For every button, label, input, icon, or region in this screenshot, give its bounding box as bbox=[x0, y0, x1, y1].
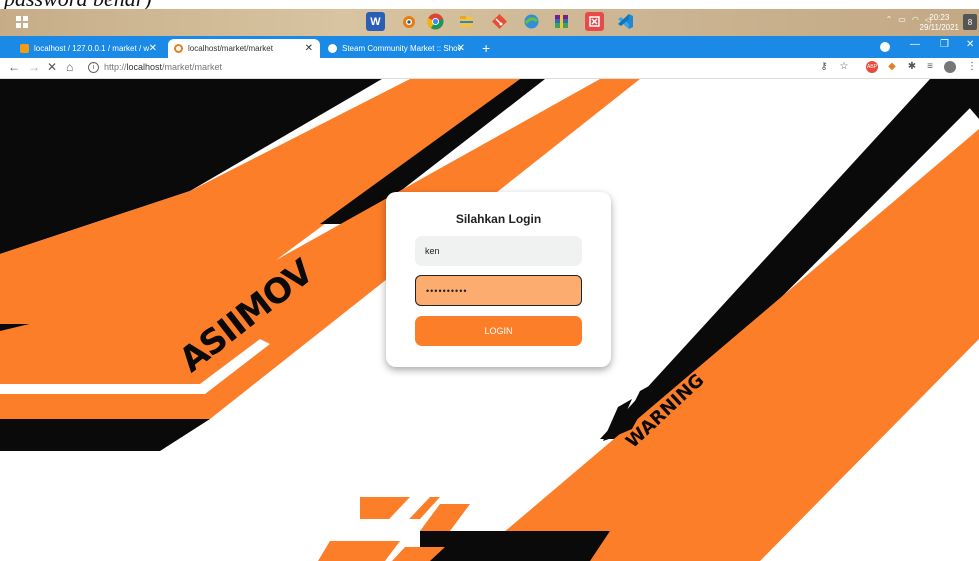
word-icon[interactable]: W bbox=[366, 12, 385, 31]
wifi-icon[interactable]: ◠ bbox=[912, 15, 919, 24]
document-caption: password benar) bbox=[0, 0, 979, 9]
url-scheme: http:// bbox=[104, 62, 127, 72]
home-icon[interactable]: ⌂ bbox=[66, 60, 73, 74]
avatar[interactable] bbox=[944, 61, 956, 73]
notification-center-icon[interactable]: 8 bbox=[963, 14, 977, 30]
xampp-icon[interactable] bbox=[522, 12, 541, 31]
login-title: Silahkan Login bbox=[455, 212, 542, 226]
window-close-icon[interactable]: ✕ bbox=[966, 39, 974, 50]
stop-loading-icon[interactable]: ✕ bbox=[47, 60, 57, 74]
vscode-icon[interactable] bbox=[616, 12, 635, 31]
login-button[interactable]: LOGIN bbox=[415, 316, 582, 346]
minimize-icon[interactable]: — bbox=[910, 39, 920, 50]
password-input[interactable] bbox=[415, 275, 582, 306]
close-icon[interactable]: ✕ bbox=[305, 43, 313, 54]
username-input[interactable] bbox=[415, 236, 582, 266]
close-icon[interactable]: ✕ bbox=[149, 43, 157, 54]
close-icon[interactable]: ✕ bbox=[457, 43, 465, 54]
tab-label: localhost / 127.0.0.1 / market / w bbox=[34, 44, 150, 53]
browser-tab-strip: localhost / 127.0.0.1 / market / w ✕ loc… bbox=[0, 36, 979, 58]
windows-taskbar: W ⌃ ▭ ◠ ◁ 20:23 29/11/2021 8 bbox=[0, 9, 979, 36]
maximize-icon[interactable]: ❐ bbox=[940, 39, 949, 50]
url-field[interactable]: http://localhost/market/market bbox=[104, 62, 222, 72]
page-content: ASIIMOV WARNING Silahkan Login LOGIN bbox=[0, 79, 979, 561]
loading-icon bbox=[174, 44, 183, 53]
menu-icon[interactable]: ⋮ bbox=[966, 61, 978, 73]
url-host: localhost bbox=[126, 62, 163, 72]
back-arrow-icon[interactable]: ← bbox=[8, 60, 20, 74]
taskbar-clock[interactable]: 20:23 29/11/2021 bbox=[920, 13, 959, 33]
star-icon[interactable]: ☆ bbox=[838, 61, 850, 73]
notification-count: 8 bbox=[967, 18, 973, 27]
caption-text: password benar) bbox=[4, 0, 152, 9]
file-explorer-icon[interactable] bbox=[457, 12, 476, 31]
info-icon[interactable]: i bbox=[88, 62, 99, 73]
tab-label: Steam Community Market :: Shov bbox=[342, 44, 462, 53]
clock-time: 20:23 bbox=[929, 13, 950, 22]
login-card: Silahkan Login LOGIN bbox=[386, 192, 611, 367]
clock-date: 29/11/2021 bbox=[919, 23, 959, 32]
url-path: /market/market bbox=[162, 62, 223, 72]
profile-icon[interactable] bbox=[880, 42, 890, 52]
address-bar: ← → ✕ ⌂ i http://localhost/market/market… bbox=[0, 58, 979, 79]
steam-icon bbox=[328, 44, 337, 53]
git-icon[interactable] bbox=[490, 12, 509, 31]
red-app-icon[interactable] bbox=[585, 12, 604, 31]
chevron-up-icon[interactable]: ⌃ bbox=[886, 15, 893, 24]
phpmyadmin-icon bbox=[20, 44, 29, 53]
tab-market[interactable]: localhost/market/market ✕ bbox=[168, 39, 320, 58]
tab-phpmyadmin[interactable]: localhost / 127.0.0.1 / market / w ✕ bbox=[14, 39, 164, 58]
blender-icon[interactable] bbox=[399, 12, 418, 31]
windows-start-icon[interactable] bbox=[16, 16, 28, 28]
tab-steam-market[interactable]: Steam Community Market :: Shov ✕ bbox=[322, 39, 472, 58]
extensions-icon[interactable]: ✱ bbox=[906, 61, 918, 73]
tab-label: localhost/market/market bbox=[188, 44, 273, 53]
key-icon[interactable]: ⚷ bbox=[818, 61, 830, 73]
battery-icon[interactable]: ▭ bbox=[898, 15, 906, 24]
reading-list-icon[interactable]: ≡ bbox=[924, 61, 936, 73]
winrar-icon[interactable] bbox=[552, 12, 571, 31]
metamask-icon[interactable]: ◆ bbox=[886, 61, 898, 73]
adblock-icon[interactable]: ABP bbox=[866, 61, 878, 73]
forward-arrow-icon[interactable]: → bbox=[28, 60, 40, 74]
new-tab-button[interactable]: + bbox=[482, 40, 490, 56]
chrome-icon[interactable] bbox=[426, 12, 445, 31]
